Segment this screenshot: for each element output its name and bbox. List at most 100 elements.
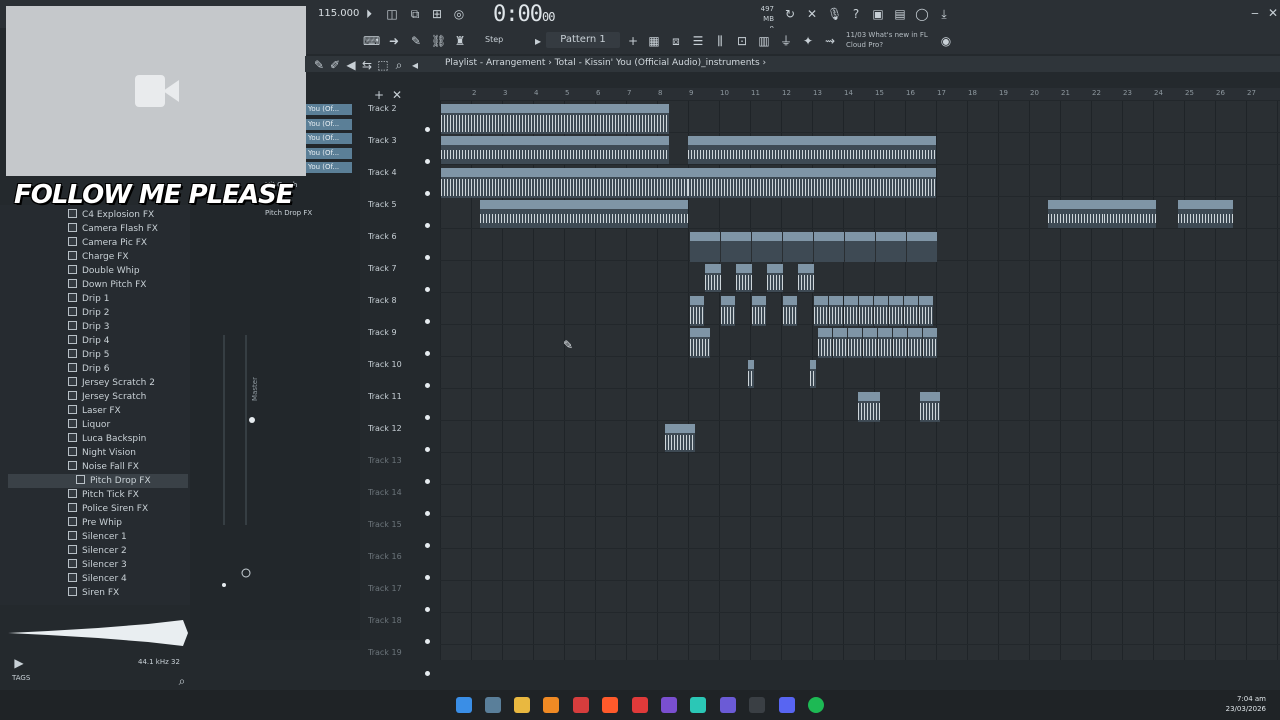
- browser-item[interactable]: Laser FX: [68, 404, 121, 418]
- audio-clip[interactable]: [889, 296, 903, 326]
- channel-button[interactable]: You (Of...: [306, 118, 352, 130]
- browser-item[interactable]: Silencer 1: [68, 530, 127, 544]
- fl-studio-icon[interactable]: [543, 697, 559, 713]
- blend-icon[interactable]: ⊞: [430, 7, 444, 21]
- download-icon[interactable]: ⤓: [937, 7, 951, 21]
- track-mute-dot[interactable]: [425, 191, 430, 196]
- track-mute-dot[interactable]: [425, 383, 430, 388]
- browser-item[interactable]: Silencer 4: [68, 572, 127, 586]
- minimize-icon[interactable]: ‒: [1248, 6, 1262, 20]
- browser-item[interactable]: Pitch Tick FX: [68, 488, 139, 502]
- audio-clip[interactable]: [810, 360, 816, 388]
- browser-item[interactable]: Silencer 3: [68, 558, 127, 572]
- channel-button[interactable]: You (Of...: [306, 104, 352, 115]
- audio-clip[interactable]: Pa...1: [876, 232, 906, 262]
- playlist-icon[interactable]: ☰: [691, 34, 705, 48]
- browser-item[interactable]: Jersey Scratch 2: [68, 376, 155, 390]
- audio-clip[interactable]: Total - Kissin' You (Official Audio)_bas…: [441, 136, 669, 164]
- track-label[interactable]: Track 13: [368, 456, 402, 465]
- audio-clip[interactable]: Total - Kissin' You (Official Audio)_dru…: [441, 104, 669, 134]
- track-mute-dot[interactable]: [425, 447, 430, 452]
- zoom-icon[interactable]: ⌕: [392, 58, 406, 72]
- countdown-icon[interactable]: ⧉: [408, 7, 422, 21]
- wait-icon[interactable]: ◫: [385, 7, 399, 21]
- browser-item[interactable]: Liquor: [68, 418, 110, 432]
- track-mute-dot[interactable]: [425, 127, 430, 132]
- track-label[interactable]: Track 18: [368, 616, 402, 625]
- audio-clip[interactable]: [690, 328, 710, 358]
- audio-clip[interactable]: [705, 264, 721, 292]
- stamp-icon[interactable]: ♜: [453, 34, 467, 48]
- browser-item[interactable]: Jersey Scratch: [68, 390, 146, 404]
- track-label[interactable]: Track 12: [368, 424, 402, 433]
- audio-clip[interactable]: [783, 296, 797, 326]
- save-icon[interactable]: ▣: [871, 7, 885, 21]
- audio-clip[interactable]: [878, 328, 892, 358]
- wrench-icon[interactable]: ✦: [801, 34, 815, 48]
- browser-item[interactable]: Camera Pic FX: [68, 236, 147, 250]
- audio-clip[interactable]: [848, 328, 862, 358]
- app-icon-1[interactable]: [485, 697, 501, 713]
- track-label[interactable]: Track 5: [368, 200, 397, 209]
- audio-clip[interactable]: [844, 296, 858, 326]
- audio-clip[interactable]: [736, 264, 752, 292]
- audio-clip[interactable]: [858, 392, 880, 422]
- audio-clip[interactable]: [863, 328, 877, 358]
- track-mute-dot[interactable]: [425, 255, 430, 260]
- track-mute-dot[interactable]: [425, 319, 430, 324]
- track-mute-dot[interactable]: [425, 543, 430, 548]
- audio-clip[interactable]: Pa...1: [690, 232, 720, 262]
- audio-clip[interactable]: [893, 328, 907, 358]
- playback-icon[interactable]: ◂: [408, 58, 422, 72]
- track-label[interactable]: Track 9: [368, 328, 397, 337]
- browser-icon[interactable]: ⊡: [735, 34, 749, 48]
- app-icon-5[interactable]: [690, 697, 706, 713]
- audio-clip[interactable]: [752, 296, 766, 326]
- audio-clip[interactable]: Tot..._vocals: [1104, 200, 1156, 228]
- track-mute-dot[interactable]: [425, 415, 430, 420]
- track-mute-dot[interactable]: [425, 511, 430, 516]
- app-icon-3[interactable]: [632, 697, 648, 713]
- track-label[interactable]: Track 15: [368, 520, 402, 529]
- audio-clip[interactable]: [833, 328, 847, 358]
- audio-clip[interactable]: [721, 296, 735, 326]
- mixer-strip[interactable]: [214, 315, 259, 635]
- audio-clip[interactable]: [798, 264, 814, 292]
- browser-item[interactable]: Night Vision: [68, 446, 136, 460]
- track-mute-dot[interactable]: [425, 479, 430, 484]
- track-label[interactable]: Track 7: [368, 264, 397, 273]
- track-mute-dot[interactable]: [425, 575, 430, 580]
- audio-clip[interactable]: ...cals: [1048, 200, 1104, 228]
- channel-rack-icon[interactable]: ⧈: [669, 34, 683, 48]
- browser-item[interactable]: Charge FX: [68, 250, 129, 264]
- search-icon[interactable]: ⌕: [175, 674, 189, 688]
- help-icon[interactable]: ?: [849, 7, 863, 21]
- start-icon[interactable]: [456, 697, 472, 713]
- audio-clip[interactable]: [818, 328, 832, 358]
- track-label[interactable]: Track 8: [368, 296, 397, 305]
- step-label[interactable]: Step: [485, 35, 503, 44]
- browser-item[interactable]: Drip 1: [68, 292, 109, 306]
- browser-item[interactable]: Police Siren FX: [68, 502, 148, 516]
- browser-item[interactable]: Luca Backspin: [68, 432, 146, 446]
- browser-item[interactable]: Silencer 2: [68, 544, 127, 558]
- add-track-icon[interactable]: +: [372, 88, 386, 102]
- audio-clip[interactable]: [690, 296, 704, 326]
- track-mute-dot[interactable]: [425, 351, 430, 356]
- track-label[interactable]: Track 3: [368, 136, 397, 145]
- discord-icon[interactable]: [779, 697, 795, 713]
- audio-clip[interactable]: Pa...1: [907, 232, 937, 262]
- track-label[interactable]: Track 2: [368, 104, 397, 113]
- close-icon[interactable]: ✕: [1266, 6, 1280, 20]
- globe-icon[interactable]: ◉: [939, 34, 953, 48]
- browser-item[interactable]: Pre Whip: [68, 516, 122, 530]
- track-mute-dot[interactable]: [425, 159, 430, 164]
- paint-icon[interactable]: ✐: [328, 58, 342, 72]
- audio-clip[interactable]: Pit...FX: [665, 424, 695, 452]
- chat-icon[interactable]: ◯: [915, 7, 929, 21]
- slip-icon[interactable]: ⇆: [360, 58, 374, 72]
- track-label[interactable]: Track 4: [368, 168, 397, 177]
- browser-item[interactable]: Double Whip: [68, 264, 140, 278]
- audio-clip[interactable]: Total - Kissin' You (Official Audio)_voc…: [480, 200, 688, 228]
- app-icon-4[interactable]: [661, 697, 677, 713]
